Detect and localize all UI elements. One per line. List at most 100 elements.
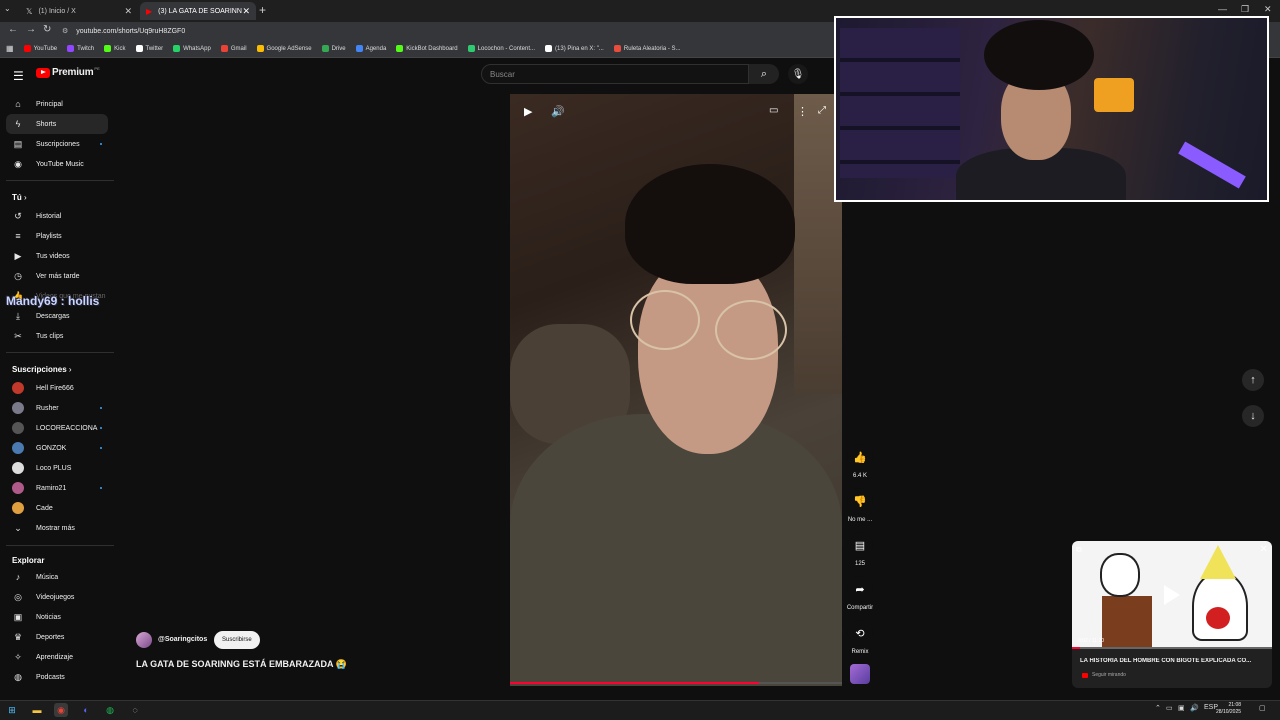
next-short-button[interactable]: ↓: [1242, 405, 1264, 427]
video-progress-bar[interactable]: [510, 682, 842, 684]
volume-icon[interactable]: 🔊: [1190, 704, 1199, 712]
sidebar-item-youtube-music[interactable]: ◉ YouTube Music: [6, 154, 108, 174]
new-tab-icon[interactable]: +: [259, 3, 266, 17]
close-icon[interactable]: ✕: [124, 6, 132, 17]
dislike-button[interactable]: 👎 No me ...: [843, 488, 877, 523]
bookmark-item[interactable]: WhatsApp: [173, 45, 211, 52]
sidebar-item-subscriptions[interactable]: ▤ Suscripciones: [6, 134, 108, 154]
fullscreen-icon[interactable]: ⤢: [818, 105, 826, 116]
menu-icon[interactable]: ☰: [13, 69, 24, 83]
sidebar-item-podcasts[interactable]: ◍ Podcasts: [6, 667, 108, 687]
subscription-ramiro21[interactable]: Ramiro21: [6, 478, 108, 498]
mini-player-video[interactable]: [1072, 541, 1272, 649]
play-icon[interactable]: ▶: [524, 105, 532, 118]
previous-short-button[interactable]: ↑: [1242, 369, 1264, 391]
remix-button[interactable]: ⟲ Remix: [843, 620, 877, 655]
youtube-premium-logo[interactable]: Premium PE: [36, 66, 100, 78]
channel-name: Loco PLUS: [36, 464, 72, 472]
mini-player-progress[interactable]: [1072, 647, 1272, 649]
notifications-icon[interactable]: ▢: [1259, 704, 1266, 712]
windows-start-icon[interactable]: ⊞: [5, 703, 19, 717]
comments-button[interactable]: ▤ 125: [843, 532, 877, 567]
back-icon[interactable]: ←: [8, 24, 18, 35]
shorts-video-player[interactable]: [510, 94, 842, 686]
sidebar-item-history[interactable]: ↺ Historial: [6, 206, 108, 226]
network-icon[interactable]: ▣: [1178, 704, 1185, 712]
system-clock[interactable]: 21:08 28/10/2025: [1216, 702, 1241, 716]
bookmark-item[interactable]: (13) Pina en X: "...: [545, 45, 604, 52]
subscription-rusher[interactable]: Rusher: [6, 398, 108, 418]
bookmark-item[interactable]: Twitch: [67, 45, 94, 52]
sidebar-item-your-videos[interactable]: ▶ Tus videos: [6, 246, 108, 266]
spotify-icon[interactable]: ◍: [103, 703, 117, 717]
volume-icon[interactable]: 🔊: [551, 105, 565, 118]
bookmark-item[interactable]: Gmail: [220, 45, 247, 52]
sound-thumbnail[interactable]: [850, 664, 870, 684]
sidebar-item-watch-later[interactable]: ◷ Ver más tarde: [6, 266, 108, 286]
reload-icon[interactable]: ↻: [43, 24, 51, 35]
address-bar[interactable]: ⚙ youtube.com/shorts/Uq9ruH8ZGF0: [62, 24, 622, 38]
chrome-icon[interactable]: ◉: [54, 703, 68, 717]
forward-icon[interactable]: →: [26, 24, 36, 35]
sidebar-item-learning[interactable]: ✧ Aprendizaje: [6, 647, 108, 667]
sidebar-item-gaming[interactable]: ◎ Videojuegos: [6, 587, 108, 607]
bookmark-item[interactable]: KickBot Dashboard: [396, 45, 458, 52]
bookmark-item[interactable]: Twitter: [135, 45, 163, 52]
bookmark-item[interactable]: Google AdSense: [256, 45, 312, 52]
subscription-gonzok[interactable]: GONZOK: [6, 438, 108, 458]
close-icon[interactable]: ✕: [242, 6, 250, 17]
window-close-icon[interactable]: ✕: [1264, 4, 1272, 15]
search-input[interactable]: Buscar: [481, 64, 749, 84]
site-info-icon[interactable]: ⚙: [62, 27, 68, 35]
sidebar-item-shorts[interactable]: ϟ Shorts: [6, 114, 108, 134]
bookmark-item[interactable]: YouTube: [23, 45, 57, 52]
bookmark-item[interactable]: Drive: [321, 45, 346, 52]
tab-title: (1) Inicio / X: [38, 7, 76, 15]
chevron-up-icon[interactable]: ⌃: [1155, 704, 1161, 712]
tab-x-home[interactable]: 𝕏 (1) Inicio / X ✕: [20, 2, 138, 20]
captions-icon[interactable]: ▭: [769, 105, 778, 116]
bookmark-item[interactable]: Kick: [104, 45, 126, 52]
sidebar-item-news[interactable]: ▣ Noticias: [6, 607, 108, 627]
minimize-icon[interactable]: —: [1218, 4, 1227, 14]
bookmark-item[interactable]: Agenda: [355, 45, 386, 52]
show-more-button[interactable]: ⌄ Mostrar más: [6, 518, 108, 538]
sidebar-item-clips[interactable]: ✂ Tus clips: [6, 326, 108, 346]
search-button[interactable]: ⌕: [749, 64, 779, 84]
bookmark-item[interactable]: Ruleta Aleatoria - S...: [613, 45, 681, 52]
subscription-cade[interactable]: Cade: [6, 498, 108, 518]
bookmark-item[interactable]: Locochon - Content...: [467, 45, 535, 52]
sidebar-item-label: Principal: [36, 100, 63, 108]
play-icon[interactable]: [1164, 585, 1180, 605]
restore-icon[interactable]: ❐: [1241, 4, 1249, 15]
obs-icon[interactable]: ◌: [128, 703, 142, 717]
close-icon[interactable]: ✕: [1260, 544, 1268, 555]
subscription-locoreacciona[interactable]: LOCOREACCIONA: [6, 418, 108, 438]
mini-player-title[interactable]: LA HISTORIA DEL HOMBRE CON BIGOTE EXPLIC…: [1080, 658, 1270, 664]
mini-player-subtitle: Seguir mirando: [1082, 672, 1126, 678]
tab-search-icon[interactable]: ⌄: [4, 4, 11, 13]
sidebar-item-home[interactable]: ⌂ Principal: [6, 94, 108, 114]
subscriptions-heading[interactable]: Suscripciones ›: [12, 365, 72, 374]
you-heading[interactable]: Tú ›: [12, 193, 27, 202]
subscription-hell-fire666[interactable]: Hell Fire666: [6, 378, 108, 398]
tab-youtube-short[interactable]: ▶ (3) LA GATA DE SOARINNG EST... ✕: [140, 2, 256, 20]
subscription-loco-plus[interactable]: Loco PLUS: [6, 458, 108, 478]
share-button[interactable]: ➦ Compartir: [843, 576, 877, 611]
sidebar-item-downloads[interactable]: ⤓ Descargas: [6, 306, 108, 326]
voice-search-button[interactable]: 🎙: [788, 64, 808, 84]
tray-app-icon[interactable]: ▭: [1166, 704, 1173, 712]
discord-icon[interactable]: ◐: [79, 703, 93, 717]
sidebar-item-playlists[interactable]: ≡ Playlists: [6, 226, 108, 246]
sidebar-item-sports[interactable]: ♛ Deportes: [6, 627, 108, 647]
subscribe-button[interactable]: Suscribirse: [214, 631, 260, 649]
channel-avatar[interactable]: [136, 632, 152, 648]
channel-name[interactable]: @Soaringcitos: [158, 636, 207, 643]
more-vert-icon[interactable]: ⋮: [797, 105, 808, 118]
like-button[interactable]: 👍 6.4 K: [843, 444, 877, 479]
apps-icon[interactable]: ▦: [6, 44, 14, 53]
expand-icon[interactable]: ⧉: [1076, 545, 1082, 555]
file-explorer-icon[interactable]: ▬: [30, 703, 44, 717]
sidebar-item-music[interactable]: ♪ Música: [6, 567, 108, 587]
mini-player[interactable]: ⧉ ✕ 0:02 / 11:20 LA HISTORIA DEL HOMBRE …: [1072, 541, 1272, 688]
